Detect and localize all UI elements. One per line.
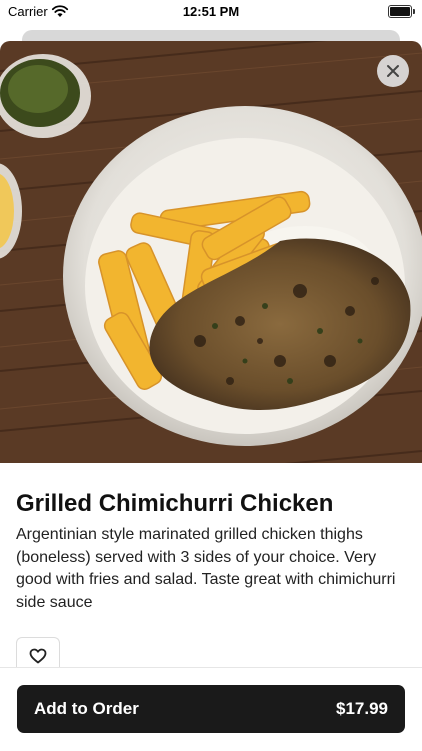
- battery-icon: [388, 5, 415, 18]
- item-price: $17.99: [336, 699, 388, 718]
- item-image: [0, 41, 422, 463]
- status-time: 12:51 PM: [182, 4, 240, 19]
- status-bar: Carrier 12:51 PM: [0, 0, 422, 24]
- add-to-order-label: Add to Order: [34, 699, 139, 718]
- add-to-order-button[interactable]: Add to Order $17.99: [17, 685, 405, 733]
- close-icon: [387, 65, 399, 77]
- item-description: Argentinian style marinated grilled chic…: [16, 526, 396, 611]
- heart-icon: [29, 648, 47, 664]
- close-button[interactable]: [377, 55, 409, 87]
- item-title: Grilled Chimichurri Chicken: [16, 490, 334, 517]
